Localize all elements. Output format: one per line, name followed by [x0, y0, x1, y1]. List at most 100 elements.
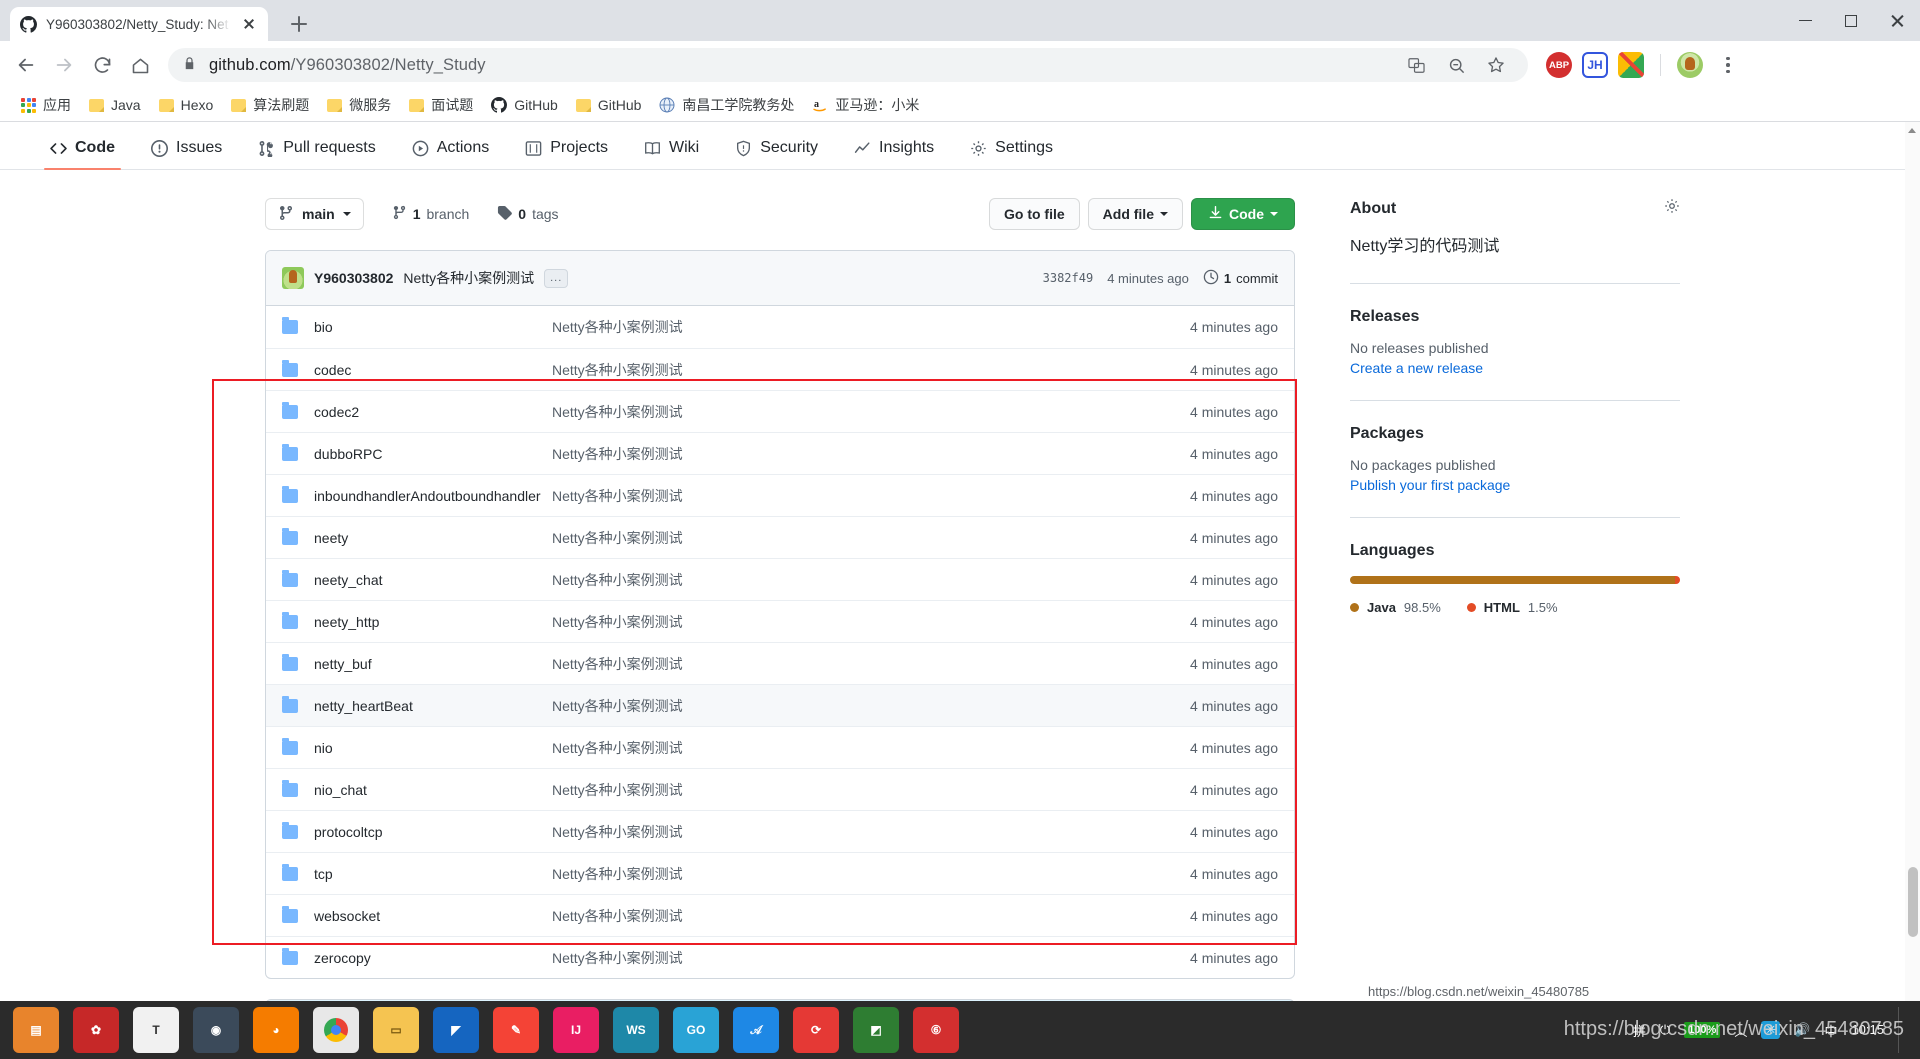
tab-projects[interactable]: Projects [511, 139, 622, 169]
bookmark-hexo[interactable]: Hexo [150, 93, 223, 117]
browser-tab[interactable]: Y960303802/Netty_Study: Net [10, 7, 268, 41]
table-row[interactable]: codec Netty各种小案例测试 4 minutes ago [266, 348, 1294, 390]
file-name[interactable]: codec [314, 362, 351, 378]
file-name[interactable]: neety_http [314, 614, 379, 630]
tab-settings[interactable]: Settings [956, 139, 1067, 169]
zoom-out-icon[interactable] [1438, 47, 1474, 83]
add-file-button[interactable]: Add file [1087, 198, 1183, 230]
commit-message-cell[interactable]: Netty各种小案例测试 [552, 696, 1190, 716]
tab-pull-requests[interactable]: Pull requests [244, 139, 390, 169]
file-name-cell[interactable]: netty_buf [282, 653, 552, 672]
file-name-cell[interactable]: codec2 [282, 401, 552, 420]
file-name[interactable]: neety_chat [314, 572, 383, 588]
table-row[interactable]: tcp Netty各种小案例测试 4 minutes ago [266, 852, 1294, 894]
file-name-cell[interactable]: bio [282, 317, 552, 335]
file-name-cell[interactable]: inboundhandlerAndoutboundhandler [282, 485, 552, 504]
bookmark-interview[interactable]: 面试题 [400, 91, 482, 119]
taskbar-app-2[interactable]: ✿ [73, 1007, 119, 1053]
commit-message-cell[interactable]: Netty各种小案例测试 [552, 906, 1190, 926]
close-icon[interactable] [240, 15, 258, 33]
new-tab-button[interactable] [282, 7, 316, 41]
file-name-cell[interactable]: neety_chat [282, 569, 552, 588]
table-row[interactable]: neety_http Netty各种小案例测试 4 minutes ago [266, 600, 1294, 642]
file-name-cell[interactable]: websocket [282, 905, 552, 924]
file-name-cell[interactable]: neety [282, 527, 552, 546]
language-item-html[interactable]: HTML 1.5% [1466, 600, 1558, 615]
file-name[interactable]: inboundhandlerAndoutboundhandler [314, 488, 541, 504]
table-row[interactable]: bio Netty各种小案例测试 4 minutes ago [266, 306, 1294, 348]
table-row[interactable]: nio Netty各种小案例测试 4 minutes ago [266, 726, 1294, 768]
table-row[interactable]: websocket Netty各种小案例测试 4 minutes ago [266, 894, 1294, 936]
file-name[interactable]: neety [314, 530, 348, 546]
commit-message-cell[interactable]: Netty各种小案例测试 [552, 738, 1190, 758]
file-name[interactable]: zerocopy [314, 950, 371, 966]
scroll-up-icon[interactable] [1908, 128, 1916, 133]
star-icon[interactable] [1478, 47, 1514, 83]
address-bar[interactable]: github.com/Y960303802/Netty_Study [168, 48, 1528, 82]
branch-count[interactable]: 1 branch [392, 205, 469, 223]
taskbar-app-firefox[interactable]: ◕ [253, 1007, 299, 1053]
table-row[interactable]: zerocopy Netty各种小案例测试 4 minutes ago [266, 936, 1294, 978]
file-name[interactable]: codec2 [314, 404, 359, 420]
table-row[interactable]: dubboRPC Netty各种小案例测试 4 minutes ago [266, 432, 1294, 474]
language-item-java[interactable]: Java 98.5% [1350, 600, 1441, 615]
taskbar-app-chrome[interactable] [313, 1007, 359, 1053]
commit-message[interactable]: Netty各种小案例测试 [403, 268, 534, 288]
file-name-cell[interactable]: nio [282, 737, 552, 756]
table-row[interactable]: inboundhandlerAndoutboundhandler Netty各种小… [266, 474, 1294, 516]
file-name[interactable]: websocket [314, 908, 380, 924]
jianhao-extension-icon[interactable]: JH [1582, 52, 1608, 78]
taskbar-app-14[interactable]: ⟳ [793, 1007, 839, 1053]
branch-selector[interactable]: main [265, 198, 364, 230]
gear-icon[interactable] [1664, 198, 1680, 219]
page-scrollbar[interactable] [1905, 122, 1920, 1059]
commit-message-cell[interactable]: Netty各种小案例测试 [552, 317, 1190, 337]
commit-message-cell[interactable]: Netty各种小案例测试 [552, 402, 1190, 422]
commit-message-cell[interactable]: Netty各种小案例测试 [552, 486, 1190, 506]
user-avatar[interactable] [1677, 52, 1703, 78]
file-name-cell[interactable]: netty_heartBeat [282, 695, 552, 714]
taskbar-app-16[interactable]: ⑥ [913, 1007, 959, 1053]
taskbar-app-4[interactable]: ◉ [193, 1007, 239, 1053]
taskbar-app-vscode[interactable]: ◤ [433, 1007, 479, 1053]
minimize-button[interactable] [1782, 0, 1828, 41]
file-name[interactable]: netty_heartBeat [314, 698, 413, 714]
table-row[interactable]: netty_heartBeat Netty各种小案例测试 4 minutes ago [266, 684, 1294, 726]
adblock-plus-icon[interactable]: ABP [1546, 52, 1572, 78]
tag-count[interactable]: 0 tags [497, 205, 559, 223]
go-to-file-button[interactable]: Go to file [988, 198, 1080, 230]
home-icon[interactable] [122, 47, 158, 83]
file-name[interactable]: netty_buf [314, 656, 372, 672]
scrollbar-thumb[interactable] [1908, 867, 1918, 937]
taskbar-app-typora[interactable]: T [133, 1007, 179, 1053]
publish-package-link[interactable]: Publish your first package [1350, 477, 1680, 493]
bookmark-algorithms[interactable]: 算法刷题 [222, 91, 318, 119]
file-name[interactable]: bio [314, 319, 333, 335]
commit-expand-button[interactable]: ... [544, 268, 569, 288]
taskbar-app-intellij[interactable]: IJ [553, 1007, 599, 1053]
bookmark-amazon[interactable]: a 亚马逊：小米 [803, 91, 928, 119]
file-name-cell[interactable]: codec [282, 359, 552, 378]
bookmark-apps[interactable]: 应用 [12, 91, 80, 119]
file-name-cell[interactable]: neety_http [282, 611, 552, 630]
file-name-cell[interactable]: zerocopy [282, 947, 552, 966]
maximize-button[interactable] [1828, 0, 1874, 41]
table-row[interactable]: neety Netty各种小案例测试 4 minutes ago [266, 516, 1294, 558]
taskbar-app-9[interactable]: ✎ [493, 1007, 539, 1053]
bookmark-nanchang[interactable]: 南昌工学院教务处 [650, 91, 803, 119]
tab-code[interactable]: Code [36, 139, 129, 170]
commit-message-cell[interactable]: Netty各种小案例测试 [552, 360, 1190, 380]
reload-icon[interactable] [84, 47, 120, 83]
close-button[interactable] [1874, 0, 1920, 41]
taskbar-app-15[interactable]: ◩ [853, 1007, 899, 1053]
file-name[interactable]: nio [314, 740, 333, 756]
forward-arrow-icon[interactable] [46, 47, 82, 83]
table-row[interactable]: neety_chat Netty各种小案例测试 4 minutes ago [266, 558, 1294, 600]
table-row[interactable]: protocoltcp Netty各种小案例测试 4 minutes ago [266, 810, 1294, 852]
colorful-extension-icon[interactable] [1618, 52, 1644, 78]
commit-count[interactable]: 1 commit [1203, 269, 1278, 288]
file-name-cell[interactable]: dubboRPC [282, 443, 552, 462]
commit-message-cell[interactable]: Netty各种小案例测试 [552, 654, 1190, 674]
table-row[interactable]: nio_chat Netty各种小案例测试 4 minutes ago [266, 768, 1294, 810]
three-dot-menu-icon[interactable] [1713, 47, 1743, 83]
